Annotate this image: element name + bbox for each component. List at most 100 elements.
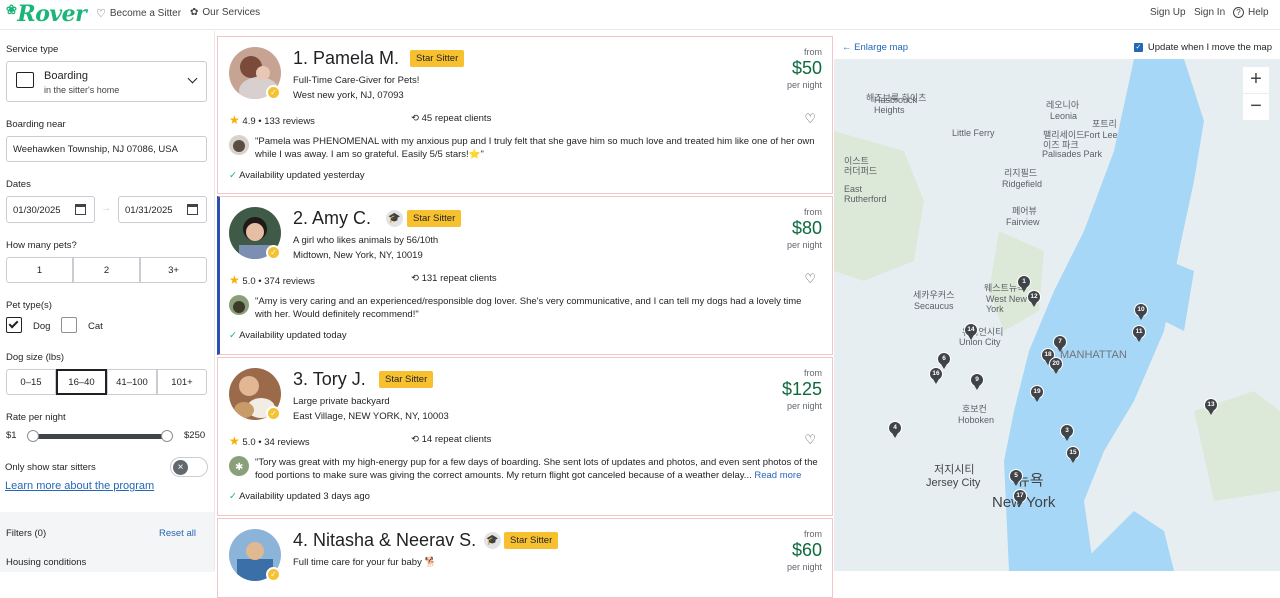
map-label-leonia-kr: 레오니아 — [1046, 100, 1080, 110]
size-option-0-15[interactable]: 0–15 — [6, 369, 56, 395]
favorite-heart-icon[interactable]: ♡ — [804, 432, 816, 448]
sitter-card[interactable]: ✓ 3. Tory J. Star Sitter Large private b… — [217, 357, 833, 516]
repeat-icon: ⟲ — [411, 273, 419, 284]
date-arrow: → — [101, 203, 111, 214]
size-option-101plus[interactable]: 101+ — [157, 369, 207, 395]
map-pin[interactable]: 7 — [1053, 335, 1067, 352]
map-pin[interactable]: 10 — [1134, 303, 1148, 320]
size-option-16-40[interactable]: 16–40 — [56, 369, 107, 395]
dog-checkbox[interactable] — [6, 317, 22, 333]
reset-all-link[interactable]: Reset all — [159, 528, 196, 539]
star-sitters-toggle[interactable]: × — [170, 457, 208, 477]
become-sitter-link[interactable]: ♡ Become a Sitter — [96, 7, 181, 20]
update-on-move-checkbox[interactable]: ✓ — [1133, 43, 1143, 52]
housing-conditions-label: Housing conditions — [6, 557, 87, 568]
sitter-address: East Village, NEW YORK, NY, 10003 — [293, 411, 449, 422]
service-type-select[interactable]: Boarding in the sitter's home — [6, 61, 207, 102]
availability-status: ✓ Availability updated 3 days ago — [229, 491, 370, 502]
map-pin[interactable]: 9 — [970, 373, 984, 390]
map-pin[interactable]: 5 — [1009, 469, 1023, 486]
sitter-address: Midtown, New York, NY, 10019 — [293, 250, 423, 261]
enlarge-map-button[interactable]: ← Enlarge map — [842, 42, 908, 53]
sitter-name[interactable]: 2. Amy C. — [293, 208, 371, 229]
location-input[interactable]: Weehawken Township, NJ 07086, USA — [6, 136, 207, 162]
map-pin[interactable]: 4 — [888, 421, 902, 438]
rate-slider[interactable] — [27, 430, 173, 442]
sitter-price: $125 — [781, 379, 822, 399]
dog-label: Dog — [33, 321, 51, 332]
map-label-east-rutherford: East Rutherford — [844, 184, 887, 204]
map-pin[interactable]: 19 — [1030, 385, 1044, 402]
repeat-clients: ⟲ 14 repeat clients — [411, 434, 492, 445]
update-on-move-toggle[interactable]: ✓ Update when I move the map — [1133, 42, 1272, 53]
pets-option-1[interactable]: 1 — [6, 257, 73, 283]
map-pin[interactable]: 12 — [1027, 290, 1041, 307]
price-from-label: from — [804, 529, 822, 539]
check-circle-icon: ✓ — [229, 491, 237, 502]
review-quote: "Tory was great with my high-energy pup … — [255, 457, 818, 481]
map-pin[interactable]: 20 — [1049, 357, 1063, 374]
map-label-fort-lee-kr: 포트리 — [1092, 119, 1117, 129]
sitter-price: $60 — [791, 540, 822, 560]
sitter-name[interactable]: 4. Nitasha & Neerav S. — [293, 530, 476, 551]
end-date-value: 01/31/2025 — [125, 205, 173, 216]
map-label-hoboken-kr: 호보컨 — [962, 404, 987, 414]
paw-outline-icon: ✿ — [190, 7, 199, 18]
pets-count-label: How many pets? — [6, 240, 77, 251]
chevron-down-icon — [187, 73, 198, 84]
map-pin[interactable]: 16 — [929, 367, 943, 384]
map-pin[interactable]: 17 — [1013, 489, 1027, 506]
rate-min-handle[interactable] — [27, 430, 39, 442]
map-pin[interactable]: 15 — [1066, 446, 1080, 463]
sitter-card[interactable]: ✓ 1. Pamela M. Star Sitter Full-Time Car… — [217, 36, 833, 194]
rate-max-handle[interactable] — [161, 430, 173, 442]
top-nav-bar: ❀Rover ♡ Become a Sitter ✿ Our Services … — [0, 0, 1280, 30]
map-pin[interactable]: 3 — [1060, 424, 1074, 441]
star-icon: ★ — [229, 273, 240, 287]
house-icon — [16, 72, 34, 88]
sitter-card[interactable]: ✓ 4. Nitasha & Neerav S. 🎓 Star Sitter F… — [217, 518, 833, 598]
graduation-cap-icon: 🎓 — [484, 532, 501, 549]
sitter-name[interactable]: 1. Pamela M. — [293, 48, 399, 69]
size-option-41-100[interactable]: 41–100 — [107, 369, 157, 395]
service-title: Boarding — [44, 70, 89, 82]
rover-logo[interactable]: ❀Rover — [6, 1, 87, 27]
our-services-link[interactable]: ✿ Our Services — [190, 7, 260, 18]
pets-option-3plus[interactable]: 3+ — [140, 257, 207, 283]
map-label-secaucus-kr: 세카우커스 — [913, 290, 955, 300]
pets-count-selector: 1 2 3+ — [6, 257, 207, 283]
heart-icon: ♡ — [96, 8, 106, 20]
zoom-in-button[interactable]: + — [1243, 67, 1269, 93]
zoom-out-button[interactable]: − — [1243, 94, 1269, 120]
start-date-input[interactable]: 01/30/2025 — [6, 196, 95, 223]
map-pin[interactable]: 14 — [964, 323, 978, 340]
review-quote: "Amy is very caring and an experienced/r… — [255, 296, 802, 320]
end-date-input[interactable]: 01/31/2025 — [118, 196, 207, 223]
map-label-palisades: Palisades Park — [1042, 149, 1103, 159]
star-icon: ★ — [229, 434, 240, 448]
filters-sidebar: Service type Boarding in the sitter's ho… — [0, 31, 214, 572]
price-per-night: per night — [786, 80, 822, 90]
pets-option-2[interactable]: 2 — [73, 257, 140, 283]
favorite-heart-icon[interactable]: ♡ — [804, 271, 816, 287]
map-pin[interactable]: 11 — [1132, 325, 1146, 342]
sitter-headline: A girl who likes animals by 56/10th — [293, 235, 439, 246]
sitter-name[interactable]: 3. Tory J. — [293, 369, 366, 390]
availability-status: ✓ Availability updated yesterday — [229, 170, 365, 181]
sign-in-link[interactable]: Sign In — [1194, 7, 1225, 18]
filters-summary: Filters (0) Reset all Housing conditions — [0, 512, 214, 572]
dog-size-label: Dog size (lbs) — [6, 352, 65, 363]
cat-checkbox[interactable] — [61, 317, 77, 333]
learn-more-link[interactable]: Learn more about the program — [5, 480, 154, 492]
verified-badge-icon: ✓ — [266, 406, 281, 421]
read-more-link[interactable]: Read more — [754, 470, 801, 481]
map-label-jersey-city: Jersey City — [926, 477, 981, 489]
star-sitter-badge: Star Sitter — [379, 371, 434, 388]
map-pin[interactable]: 13 — [1204, 398, 1218, 415]
sitter-card[interactable]: ✓ 2. Amy C. 🎓 Star Sitter A girl who lik… — [217, 196, 833, 355]
map-label-ridgefield-kr: 리지필드 — [1004, 168, 1038, 178]
help-link[interactable]: ? Help — [1233, 7, 1269, 18]
sign-up-link[interactable]: Sign Up — [1150, 7, 1186, 18]
favorite-heart-icon[interactable]: ♡ — [804, 111, 816, 127]
results-map[interactable]: ← Enlarge map ✓ Update when I move the m… — [834, 31, 1280, 571]
